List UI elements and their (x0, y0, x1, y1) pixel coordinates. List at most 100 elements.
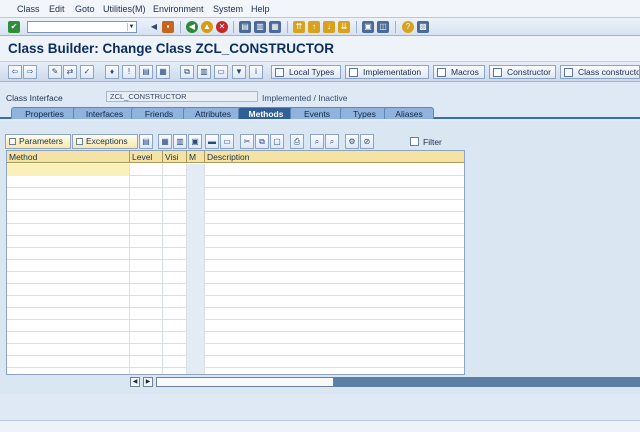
table-row[interactable] (7, 320, 464, 332)
hierarchy-icon[interactable]: ⧉ (180, 65, 194, 79)
last-page-icon[interactable]: ⇊ (338, 21, 350, 33)
macros-button[interactable]: Macros (433, 65, 485, 79)
table-cell[interactable] (7, 260, 130, 272)
menu-goto[interactable]: Goto (75, 4, 95, 14)
table-cell[interactable] (130, 356, 163, 368)
table-cell[interactable] (205, 272, 464, 284)
table-cell[interactable] (130, 260, 163, 272)
table-cell[interactable] (163, 188, 187, 200)
table-cell[interactable] (163, 212, 187, 224)
table-cell[interactable] (130, 332, 163, 344)
table-cell[interactable] (130, 272, 163, 284)
table-cell[interactable] (187, 224, 205, 236)
tab-friends[interactable]: Friends (131, 107, 187, 119)
table-cell[interactable] (7, 296, 130, 308)
table-cell[interactable] (163, 344, 187, 356)
table-cell[interactable] (163, 308, 187, 320)
horizontal-scrollbar[interactable]: ◀ ▶ (130, 377, 640, 387)
back-arrow-icon[interactable]: ◀ (148, 21, 160, 33)
table-cell[interactable] (7, 332, 130, 344)
undo-delete-icon[interactable]: ▭ (220, 134, 234, 149)
table-cell[interactable] (205, 260, 464, 272)
table-cell[interactable] (7, 368, 130, 374)
tab-attributes[interactable]: Attributes (183, 107, 243, 119)
menu-class[interactable]: Class (17, 4, 40, 14)
exit-icon[interactable]: ▲ (201, 21, 213, 33)
checkbox-icon[interactable] (410, 137, 419, 146)
object-list-icon[interactable]: ▦ (156, 65, 170, 79)
table-cell[interactable] (7, 188, 130, 200)
table-cell[interactable] (205, 188, 464, 200)
back-icon[interactable]: ◀ (186, 21, 198, 33)
table-cell[interactable] (130, 176, 163, 188)
table-row[interactable] (7, 344, 464, 356)
local-types-button[interactable]: Local Types (271, 65, 341, 79)
command-history-icon[interactable]: ▼ (127, 23, 135, 31)
table-cell[interactable] (205, 368, 464, 374)
print-list-icon[interactable]: ⎙ (290, 134, 304, 149)
tab-methods[interactable]: Methods (238, 107, 294, 119)
table-row[interactable] (7, 188, 464, 200)
table-cell[interactable] (205, 284, 464, 296)
redefine-icon[interactable]: ⚙ (345, 134, 359, 149)
table-cell[interactable] (187, 356, 205, 368)
table-cell[interactable] (163, 284, 187, 296)
column-header-level[interactable]: Level (130, 151, 163, 163)
previous-page-icon[interactable]: ↑ (308, 21, 320, 33)
table-cell[interactable] (7, 344, 130, 356)
table-cell[interactable] (187, 188, 205, 200)
constructor-button[interactable]: Constructor (489, 65, 556, 79)
append-row-icon[interactable]: ▥ (173, 134, 187, 149)
table-cell[interactable] (130, 224, 163, 236)
table-cell[interactable] (163, 260, 187, 272)
table-cell[interactable] (130, 308, 163, 320)
filter-checkbox[interactable]: Filter (410, 137, 442, 147)
find-icon[interactable]: ▥ (254, 21, 266, 33)
table-cell[interactable] (205, 248, 464, 260)
delete-row-icon[interactable]: ▬ (205, 134, 219, 149)
table-cell[interactable] (7, 212, 130, 224)
table-cell[interactable] (187, 284, 205, 296)
where-used-icon[interactable]: ▤ (139, 65, 153, 79)
scroll-thumb[interactable] (156, 377, 334, 387)
save-icon[interactable]: ▪ (162, 21, 174, 33)
scroll-left-icon[interactable]: ◀ (130, 377, 140, 387)
table-cell[interactable] (187, 212, 205, 224)
source-code-icon[interactable]: ▤ (139, 134, 153, 149)
table-row[interactable] (7, 200, 464, 212)
next-page-icon[interactable]: ↓ (323, 21, 335, 33)
next-object-icon[interactable]: ⇨ (23, 65, 37, 79)
command-input[interactable] (28, 22, 124, 33)
help-icon[interactable]: ? (402, 21, 414, 33)
table-row[interactable] (7, 368, 464, 374)
layout-menu-icon[interactable]: ▩ (417, 21, 429, 33)
table-cell[interactable] (205, 344, 464, 356)
table-cell[interactable] (163, 236, 187, 248)
column-header-visibility[interactable]: Visi (163, 151, 187, 163)
parameters-button[interactable]: Parameters (5, 134, 71, 149)
table-row[interactable] (7, 332, 464, 344)
table-cell[interactable] (205, 320, 464, 332)
table-cell[interactable] (130, 236, 163, 248)
table-cell[interactable] (205, 356, 464, 368)
table-cell[interactable] (7, 284, 130, 296)
information-icon[interactable]: i (249, 65, 263, 79)
find-next-icon[interactable]: ▦ (269, 21, 281, 33)
table-row[interactable] (7, 308, 464, 320)
table-cell[interactable] (187, 248, 205, 260)
table-cell[interactable] (7, 164, 130, 176)
table-cell[interactable] (163, 164, 187, 176)
tab-interfaces[interactable]: Interfaces (73, 107, 136, 119)
table-row[interactable] (7, 260, 464, 272)
class-constructor-button[interactable]: Class constructor (560, 65, 640, 79)
table-cell[interactable] (187, 200, 205, 212)
tab-types[interactable]: Types (340, 107, 389, 119)
table-cell[interactable] (130, 248, 163, 260)
table-cell[interactable] (7, 200, 130, 212)
table-row[interactable] (7, 212, 464, 224)
tab-aliases[interactable]: Aliases (384, 107, 434, 119)
table-cell[interactable] (205, 164, 464, 176)
implementation-button[interactable]: Implementation (345, 65, 429, 79)
menu-help[interactable]: Help (251, 4, 270, 14)
table-cell[interactable] (130, 344, 163, 356)
